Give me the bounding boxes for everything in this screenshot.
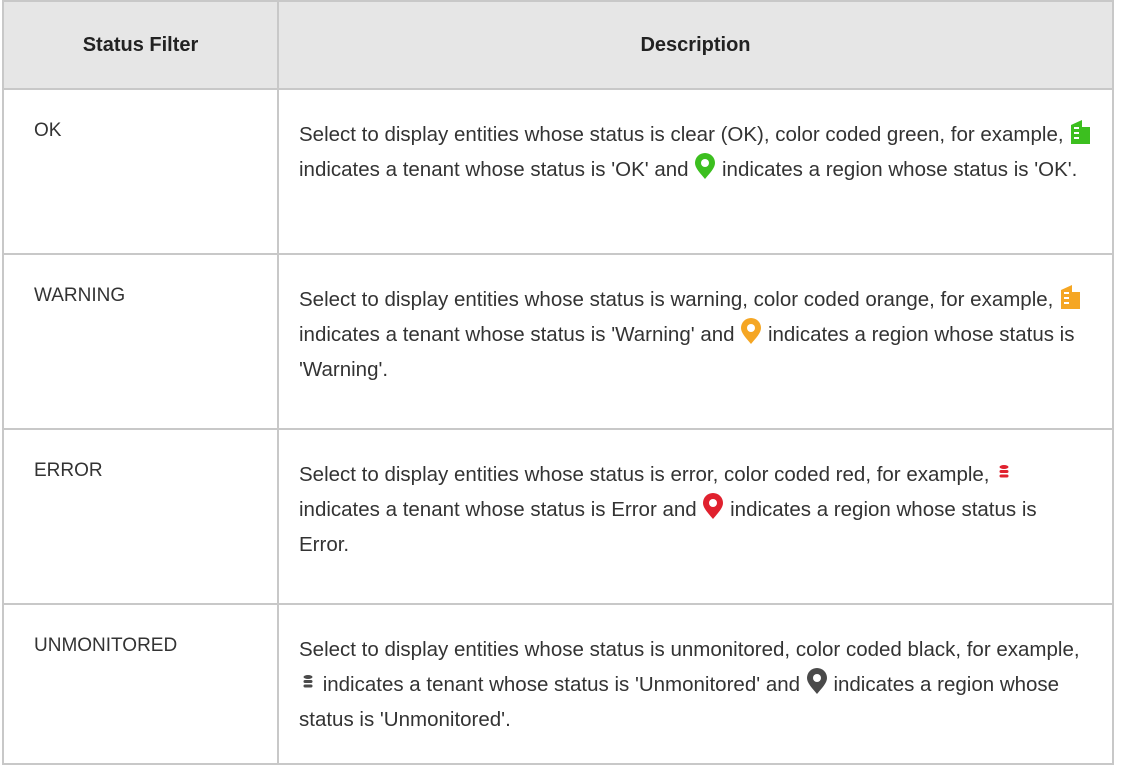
- description-text: Select to display entities whose status …: [299, 463, 990, 486]
- tenant-database-icon: [299, 673, 317, 695]
- status-filter-unmonitored: UNMONITORED: [2, 603, 279, 765]
- table-row: UNMONITORED Select to display entities w…: [2, 603, 1114, 765]
- status-filter-error: ERROR: [2, 428, 279, 605]
- tenant-database-icon: [995, 463, 1013, 485]
- header-status-filter: Status Filter: [2, 0, 279, 90]
- tenant-building-icon: [1059, 284, 1081, 310]
- description-text: Select to display entities whose status …: [299, 288, 1054, 311]
- tenant-building-icon: [1069, 119, 1091, 145]
- status-filter-table-container: Status Filter Description OK Select to d…: [2, 0, 1125, 773]
- description-ok: Select to display entities whose status …: [277, 88, 1114, 255]
- status-filter-warning: WARNING: [2, 253, 279, 430]
- description-text: indicates a tenant whose status is 'Unmo…: [322, 673, 801, 696]
- description-unmonitored: Select to display entities whose status …: [277, 603, 1114, 765]
- table-row: OK Select to display entities whose stat…: [2, 88, 1114, 255]
- description-text: indicates a tenant whose status is 'Warn…: [299, 323, 735, 346]
- region-pin-icon: [740, 318, 762, 345]
- description-text: Select to display entities whose status …: [299, 638, 1080, 661]
- description-error: Select to display entities whose status …: [277, 428, 1114, 605]
- region-pin-icon: [806, 668, 828, 695]
- table-row: WARNING Select to display entities whose…: [2, 253, 1114, 430]
- table-header-row: Status Filter Description: [2, 0, 1114, 90]
- header-description: Description: [277, 0, 1114, 90]
- description-text: indicates a tenant whose status is 'OK' …: [299, 158, 689, 181]
- table-row: ERROR Select to display entities whose s…: [2, 428, 1114, 605]
- status-filter-table: Status Filter Description OK Select to d…: [2, 0, 1114, 765]
- description-text: indicates a region whose status is 'OK'.: [722, 158, 1078, 181]
- status-filter-ok: OK: [2, 88, 279, 255]
- description-text: Select to display entities whose status …: [299, 123, 1064, 146]
- description-text: indicates a tenant whose status is Error…: [299, 498, 697, 521]
- region-pin-icon: [702, 493, 724, 520]
- region-pin-icon: [694, 153, 716, 180]
- description-warning: Select to display entities whose status …: [277, 253, 1114, 430]
